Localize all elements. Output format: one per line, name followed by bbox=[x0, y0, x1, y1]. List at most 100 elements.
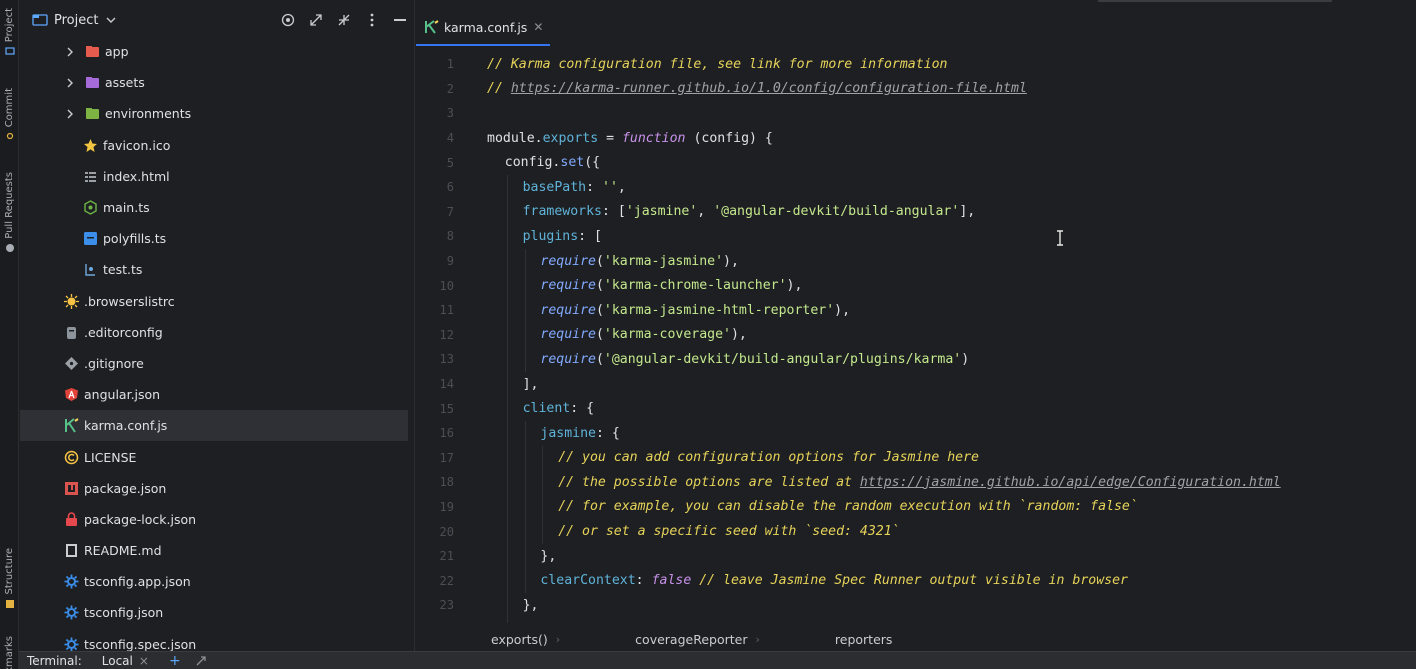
breadcrumb-item[interactable]: reporters bbox=[760, 632, 901, 647]
tree-item[interactable]: app bbox=[20, 36, 408, 67]
code-token: ( bbox=[595, 253, 604, 269]
code-token: : { bbox=[570, 401, 595, 417]
tsconfig-icon bbox=[63, 574, 79, 590]
tree-item-label: angular.json bbox=[84, 387, 161, 403]
breadcrumb-item[interactable]: coverageReporter bbox=[560, 632, 755, 647]
indent-guide bbox=[506, 519, 508, 544]
terminal-bar: Terminal: Local × + bbox=[19, 651, 1416, 669]
tree-item[interactable]: README.md bbox=[20, 535, 408, 566]
tree-item[interactable]: index.html bbox=[20, 161, 408, 192]
tree-item[interactable]: assets bbox=[20, 67, 408, 98]
code-token: // for example, you can disable the rand… bbox=[558, 499, 1138, 515]
tree-item-label: favicon.ico bbox=[103, 137, 171, 153]
tree-item-label: tsconfig.app.json bbox=[84, 574, 191, 590]
expand-all-icon[interactable] bbox=[302, 6, 330, 34]
tree-item-label: .gitignore bbox=[84, 355, 144, 371]
more-options-icon[interactable] bbox=[358, 6, 386, 34]
tree-item[interactable]: .browserslistrc bbox=[20, 286, 408, 317]
indent-guide bbox=[506, 568, 508, 594]
npm-icon bbox=[63, 480, 79, 496]
project-panel-header: Project bbox=[20, 0, 414, 40]
tool-tab-structure[interactable]: Structure bbox=[0, 548, 19, 609]
tree-item[interactable]: LICENSE bbox=[20, 441, 408, 472]
tool-tab-structure-label: Structure bbox=[4, 548, 15, 595]
terminal-tab-local[interactable]: Local bbox=[102, 654, 133, 668]
tree-item[interactable]: karma.conf.js bbox=[20, 410, 408, 442]
browserslist-icon bbox=[63, 293, 79, 309]
collapse-all-icon[interactable] bbox=[330, 6, 358, 34]
expand-icon[interactable] bbox=[195, 655, 207, 666]
indent-guide bbox=[524, 322, 526, 348]
code-text: jasmineHtmlReporter: { bbox=[523, 622, 698, 623]
tool-tab-bookmarks-label: Bookmarks bbox=[4, 636, 15, 669]
code-token: module. bbox=[487, 130, 543, 146]
tree-item[interactable]: test.ts bbox=[20, 254, 408, 285]
locate-icon[interactable] bbox=[274, 6, 302, 34]
chevron-down-icon[interactable] bbox=[106, 16, 116, 24]
tool-tab-commit-label: Commit bbox=[4, 88, 15, 128]
tree-item[interactable]: package-lock.json bbox=[20, 504, 408, 535]
line-number: 16 bbox=[439, 426, 454, 441]
hide-panel-icon[interactable] bbox=[386, 6, 414, 34]
indent-guide bbox=[506, 199, 508, 225]
code-token: // the possible options are listed at bbox=[558, 474, 860, 490]
code-token: }, bbox=[540, 548, 557, 564]
code-token: ), bbox=[730, 327, 747, 343]
line-number: 10 bbox=[439, 278, 454, 293]
tool-tab-project[interactable]: Project bbox=[0, 8, 19, 56]
breadcrumb: exports() › coverageReporter › reporters bbox=[416, 626, 900, 652]
breadcrumb-item[interactable]: exports() bbox=[416, 632, 556, 647]
close-icon[interactable]: × bbox=[139, 654, 149, 668]
code-token: : bbox=[586, 179, 603, 195]
code-line: 3 bbox=[416, 101, 1416, 126]
code-token: ), bbox=[834, 302, 851, 318]
tree-item[interactable]: environments bbox=[20, 98, 408, 129]
tree-item[interactable]: main.ts bbox=[20, 192, 408, 223]
code-editor[interactable]: 1 // Karma configuration file, see link f… bbox=[416, 52, 1416, 623]
line-number: 1 bbox=[446, 57, 454, 72]
code-text: plugins: [ bbox=[523, 229, 602, 244]
tree-item-label: README.md bbox=[84, 543, 162, 559]
tree-item[interactable]: polyfills.ts bbox=[20, 223, 408, 254]
chevron-right-icon[interactable] bbox=[64, 47, 76, 57]
line-number: 8 bbox=[446, 229, 454, 244]
code-line: 22 clearContext: false // leave Jasmine S… bbox=[416, 568, 1416, 594]
code-token: // or set a specific seed with `seed: 43… bbox=[558, 524, 900, 540]
code-token: // bbox=[487, 81, 511, 97]
code-token: 'karma-chrome-launcher' bbox=[603, 278, 787, 294]
code-token: exports bbox=[542, 130, 599, 146]
tool-tab-commit[interactable]: Commit bbox=[0, 88, 19, 141]
chevron-right-icon[interactable] bbox=[64, 78, 76, 88]
add-terminal-button[interactable]: + bbox=[169, 653, 181, 669]
code-text: // for example, you can disable the rand… bbox=[558, 499, 1138, 514]
code-token: = bbox=[598, 130, 622, 146]
tool-tab-project-label: Project bbox=[4, 8, 15, 43]
tree-item[interactable]: .gitignore bbox=[20, 348, 408, 379]
chevron-right-icon[interactable] bbox=[64, 109, 76, 119]
code-token: 'karma-jasmine-html-reporter' bbox=[603, 302, 835, 318]
tool-tab-bookmarks[interactable]: Bookmarks bbox=[0, 636, 19, 669]
code-line: 11 require('karma-jasmine-html-reporter')… bbox=[416, 297, 1416, 323]
folder-purple-icon bbox=[84, 75, 100, 91]
tree-item-label: app bbox=[105, 44, 129, 60]
tree-item[interactable]: tsconfig.app.json bbox=[20, 566, 408, 597]
code-token: : [ bbox=[602, 204, 626, 220]
code-token: (config) { bbox=[685, 130, 773, 146]
editor-tab-karma-conf[interactable]: karma.conf.js ✕ bbox=[416, 10, 550, 46]
code-text: // or set a specific seed with `seed: 43… bbox=[558, 524, 899, 539]
tool-tab-pull-requests[interactable]: Pull Requests bbox=[0, 172, 19, 253]
tree-item-label: karma.conf.js bbox=[84, 418, 168, 434]
tree-item[interactable]: favicon.ico bbox=[20, 130, 408, 161]
code-token[interactable]: https://karma-runner.github.io/1.0/confi… bbox=[511, 81, 1027, 96]
code-token[interactable]: https://jasmine.github.io/api/edge/Confi… bbox=[860, 475, 1281, 490]
code-token: jasmine bbox=[540, 425, 596, 441]
tree-item[interactable]: package.json bbox=[20, 473, 408, 504]
code-token: require bbox=[540, 351, 596, 367]
project-panel-title[interactable]: Project bbox=[54, 13, 98, 28]
left-tool-strip: Project Commit Pull Requests Structure B… bbox=[0, 0, 19, 669]
tree-item[interactable]: angular.json bbox=[20, 379, 408, 410]
close-icon[interactable]: ✕ bbox=[533, 20, 543, 34]
tree-item[interactable]: tsconfig.json bbox=[20, 597, 408, 628]
project-panel-actions bbox=[274, 0, 414, 40]
tree-item[interactable]: .editorconfig bbox=[20, 317, 408, 348]
